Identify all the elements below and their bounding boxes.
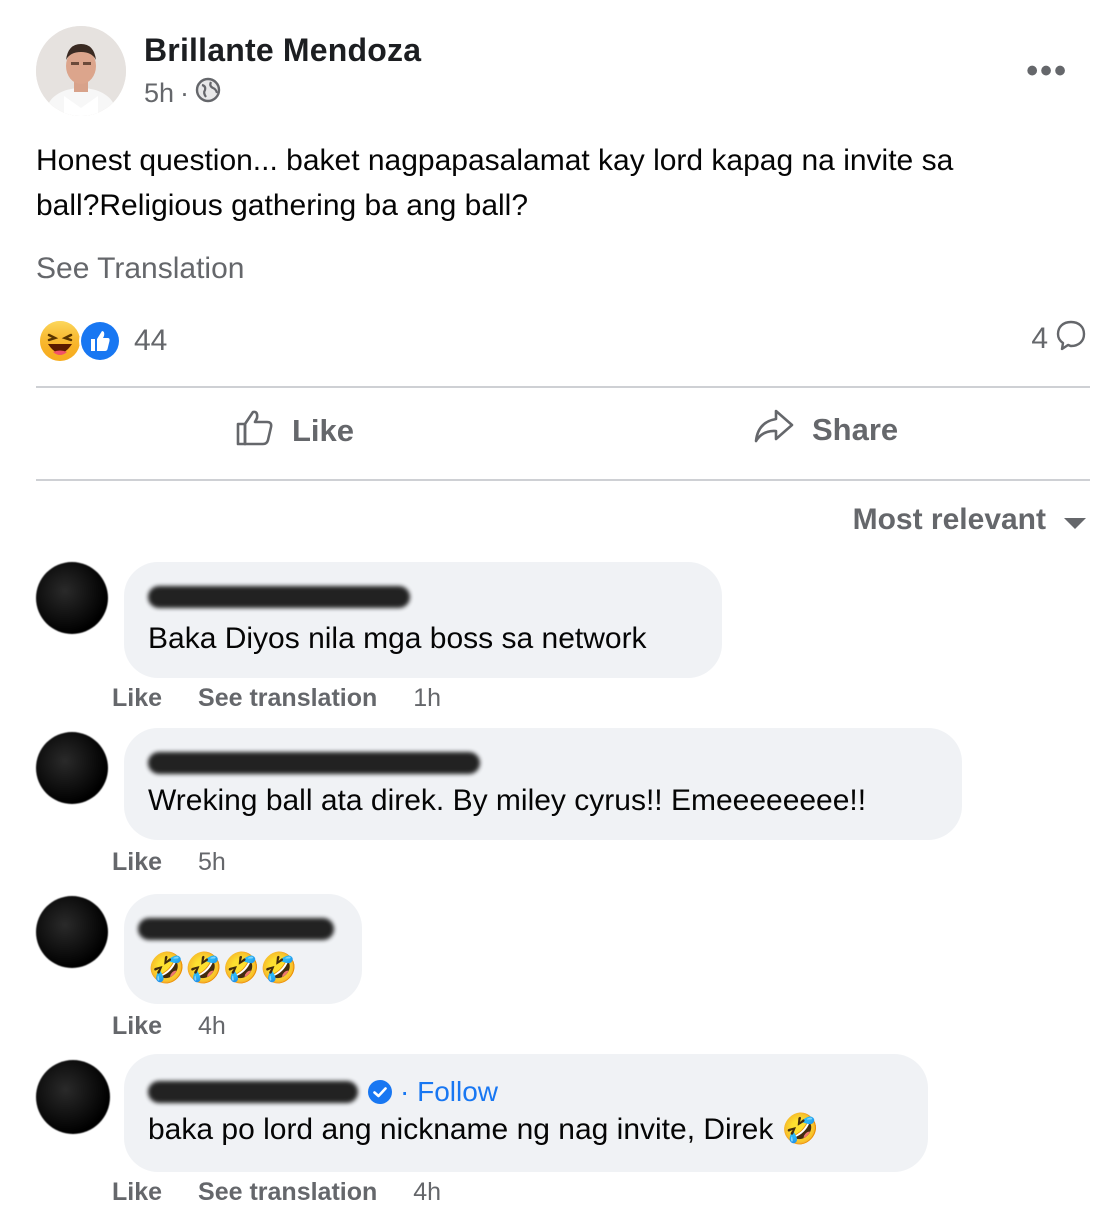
divider-bottom <box>36 479 1090 481</box>
post-time[interactable]: 5h <box>144 78 174 109</box>
comment-bubble: · Follow baka po lord ang nickname ng na… <box>124 1054 928 1172</box>
post-text-line-1: Honest question... baket nagpapasalamat … <box>36 144 954 177</box>
reactions-summary[interactable]: 44 <box>38 318 167 364</box>
comment-bubble: Wreking ball ata direk. By miley cyrus!!… <box>124 728 962 840</box>
divider-top <box>36 386 1090 388</box>
comment-see-translation-link[interactable]: See translation <box>198 1178 377 1207</box>
reaction-icons <box>38 318 126 364</box>
like-button-label: Like <box>292 413 355 448</box>
like-button[interactable]: Like <box>234 406 354 456</box>
comment-time[interactable]: 4h <box>198 1012 226 1041</box>
author-avatar[interactable] <box>36 26 126 116</box>
comment-text: Baka Diyos nila mga boss sa network <box>148 622 647 655</box>
comment-like-link[interactable]: Like <box>112 1178 162 1207</box>
see-translation-link[interactable]: See Translation <box>36 252 244 286</box>
reaction-count: 44 <box>134 324 168 357</box>
sort-selected-label: Most relevant <box>852 503 1046 536</box>
follow-button[interactable]: · Follow <box>400 1076 498 1108</box>
comment-bubble: Baka Diyos nila mga boss sa network <box>124 562 722 678</box>
commenter-avatar[interactable] <box>36 562 108 634</box>
share-button-label: Share <box>812 412 899 447</box>
commenter-avatar[interactable] <box>36 732 108 804</box>
comment-count[interactable]: 4 <box>1031 318 1088 360</box>
comment-text: baka po lord ang nickname ng nag invite,… <box>148 1113 820 1146</box>
post-text-line-2: ball?Religious gathering ba ang ball? <box>36 189 529 222</box>
comment-actions: Like 5h <box>112 848 226 877</box>
commenter-name-redacted[interactable] <box>148 586 410 608</box>
comment-bubble: 🤣🤣🤣🤣 <box>124 894 362 1004</box>
comment-like-link[interactable]: Like <box>112 684 162 713</box>
comment-actions: Like 4h <box>112 1012 226 1041</box>
author-name[interactable]: Brillante Mendoza <box>144 32 421 69</box>
share-arrow-icon <box>752 406 812 454</box>
commenter-name-redacted[interactable] <box>148 752 480 774</box>
post-meta: 5h · <box>144 77 421 110</box>
more-options-button[interactable]: ••• <box>1026 54 1068 88</box>
commenter-avatar[interactable] <box>36 1060 110 1134</box>
comment-see-translation-link[interactable]: See translation <box>198 684 377 713</box>
globe-icon <box>195 77 221 110</box>
post-text: Honest question... baket nagpapasalamat … <box>36 138 1096 228</box>
author-photo <box>36 26 126 116</box>
comment-time[interactable]: 5h <box>198 848 226 877</box>
separator-dot: · <box>180 78 190 108</box>
comment-like-link[interactable]: Like <box>112 1012 162 1041</box>
comment-emoji-text: 🤣🤣🤣🤣 <box>148 952 298 985</box>
comment-actions: Like See translation 4h <box>112 1178 441 1207</box>
comment-time[interactable]: 1h <box>413 684 441 713</box>
caret-down-icon <box>1064 517 1086 529</box>
comment-time[interactable]: 4h <box>413 1178 441 1207</box>
like-icon <box>79 320 121 362</box>
comment-actions: Like See translation 1h <box>112 684 441 713</box>
share-button[interactable]: Share <box>752 406 898 454</box>
comment-text: Wreking ball ata direk. By miley cyrus!!… <box>148 784 867 817</box>
comment-sort-dropdown[interactable]: Most relevant <box>853 503 1086 537</box>
thumbs-up-icon <box>234 406 292 456</box>
comment-header: · Follow <box>148 1076 902 1108</box>
more-dots-icon: ••• <box>1026 52 1068 90</box>
commenter-name-redacted[interactable] <box>148 1081 358 1103</box>
post-header: Brillante Mendoza 5h · <box>36 26 421 116</box>
haha-icon <box>40 321 80 361</box>
comment-bubble-icon <box>1048 318 1088 360</box>
commenter-name-redacted[interactable] <box>138 918 334 940</box>
comment-like-link[interactable]: Like <box>112 848 162 877</box>
commenter-avatar[interactable] <box>36 896 108 968</box>
comment-count-value: 4 <box>1031 322 1048 355</box>
verified-badge-icon <box>368 1080 392 1104</box>
